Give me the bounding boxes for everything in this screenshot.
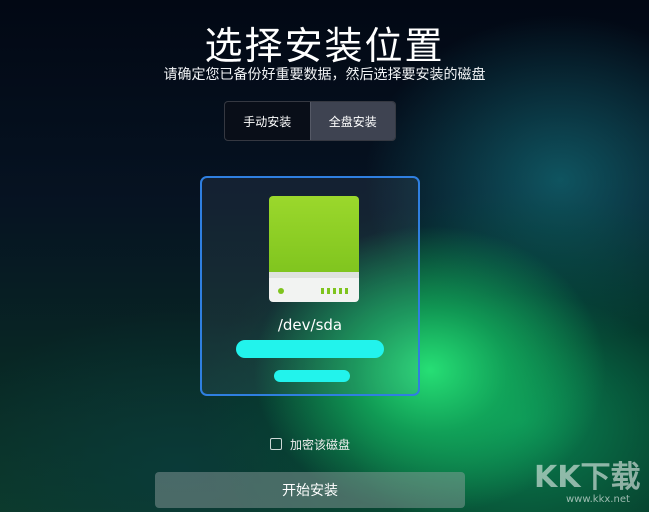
disk-size-redacted — [236, 340, 384, 358]
disk-model-redacted — [274, 370, 350, 382]
page-subtitle: 请确定您已备份好重要数据，然后选择要安装的磁盘 — [163, 67, 486, 83]
disk-name: /dev/sda — [277, 316, 343, 334]
start-install-button[interactable]: 开始安装 — [155, 472, 465, 508]
encrypt-disk-label: 加密该磁盘 — [290, 437, 351, 452]
tab-full-disk-install[interactable]: 全盘安装 — [309, 102, 395, 140]
watermark-logo: KK下载 www.kkx.net — [530, 452, 648, 510]
disk-card-selected[interactable]: /dev/sda — [200, 176, 420, 396]
install-mode-tabs: 手动安装 全盘安装 — [224, 101, 396, 141]
watermark-url: www.kkx.net — [566, 494, 630, 505]
tab-manual-install[interactable]: 手动安装 — [225, 102, 310, 140]
hard-disk-icon — [269, 196, 359, 302]
watermark-text: KK下载 — [534, 460, 641, 495]
encrypt-disk-checkbox[interactable] — [270, 438, 282, 450]
encrypt-disk-option[interactable]: 加密该磁盘 — [270, 435, 350, 453]
